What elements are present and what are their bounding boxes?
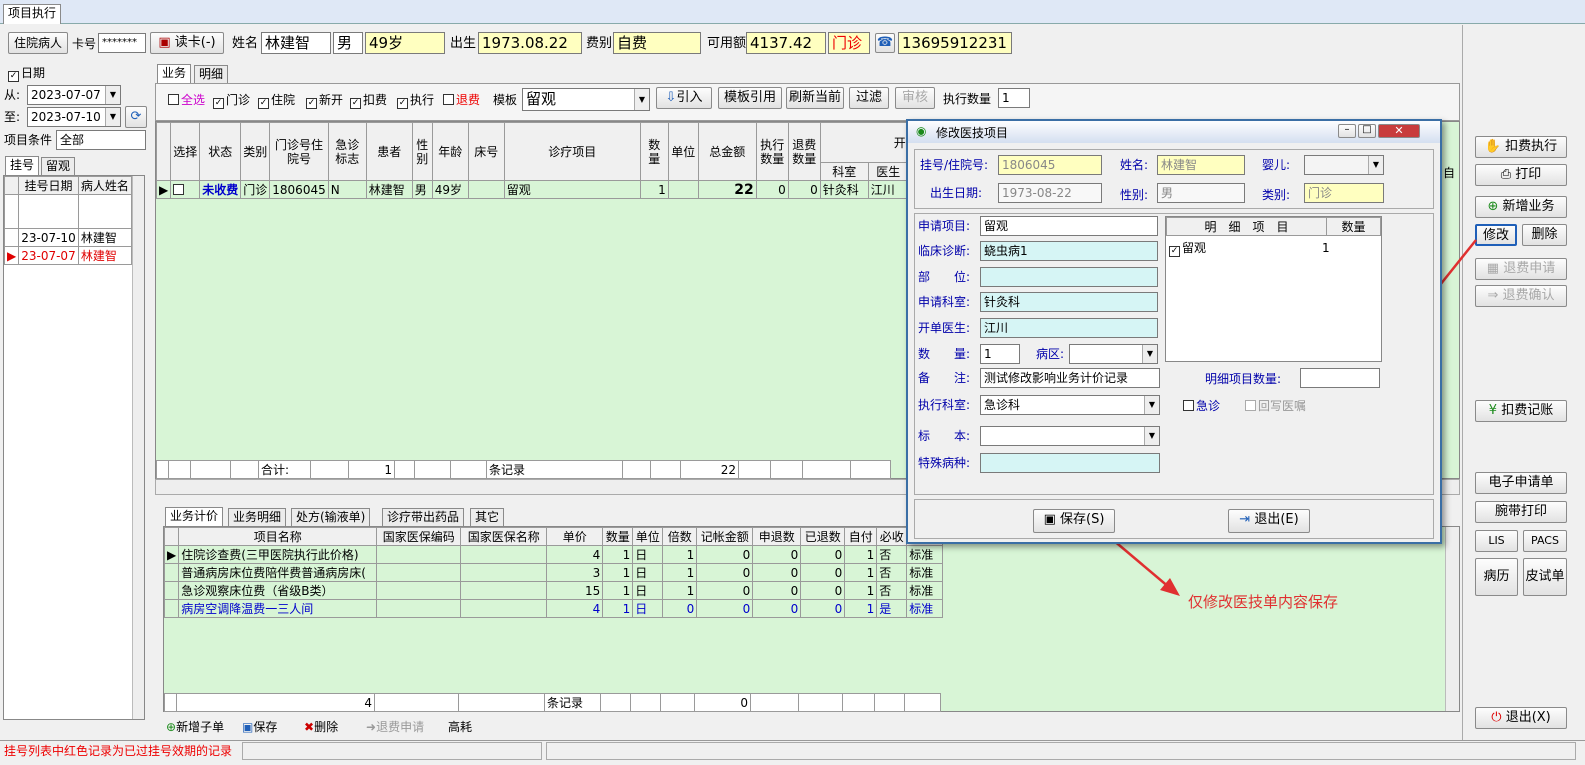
detail-item-checkbox[interactable]: ✓ 留观 <box>1169 239 1206 257</box>
chevron-down-icon: ▼ <box>1142 345 1157 363</box>
part-label: 部 位: <box>918 270 971 284</box>
close-icon[interactable]: ✕ <box>1378 124 1420 138</box>
exec-dept-select[interactable]: 急诊科 ▼ <box>980 395 1160 415</box>
rewrite-label: 回写医嘱 <box>1258 399 1307 413</box>
diagnosis-label: 临床诊断: <box>918 244 971 258</box>
detail-item-qty: 1 <box>1322 241 1330 255</box>
detail-qty-input[interactable] <box>1300 368 1380 388</box>
ward-select[interactable]: ▼ <box>1069 344 1158 364</box>
remark-input[interactable]: 测试修改影响业务计价记录 <box>980 368 1160 388</box>
chevron-down-icon: ▼ <box>1368 156 1383 174</box>
reg-no-field: 1806045 <box>998 155 1102 175</box>
ward-label: 病区: <box>1036 347 1065 361</box>
doctor-input[interactable]: 江川 <box>980 318 1158 338</box>
remark-label: 备 注: <box>918 371 971 385</box>
detail-qty-label: 明细项目数量: <box>1205 372 1282 386</box>
exec-dept-value: 急诊科 <box>984 398 1021 412</box>
diagnosis-input[interactable]: 蛲虫病1 <box>980 241 1158 261</box>
apply-item-label: 申请项目: <box>918 219 971 233</box>
special-disease-input[interactable] <box>980 453 1160 473</box>
qty-label: 数 量: <box>918 347 971 361</box>
urgent-checkbox[interactable]: 急诊 <box>1183 397 1220 415</box>
detail-item-name: 留观 <box>1182 241 1207 255</box>
urgent-label: 急诊 <box>1196 399 1221 413</box>
dialog-titlebar[interactable]: ◉ 修改医技项目 – □ ✕ <box>908 121 1440 143</box>
modify-dialog: ◉ 修改医技项目 – □ ✕ 挂号/住院号: 1806045 姓名: 林建智 婴… <box>906 119 1442 544</box>
col-detail-item: 明 细 项 目 <box>1166 217 1327 236</box>
maximize-icon[interactable]: □ <box>1358 124 1376 138</box>
reg-no-label: 挂号/住院号: <box>920 158 989 172</box>
dlg-dob-field: 1973-08-22 <box>998 183 1102 203</box>
status-message: 挂号列表中红色记录为已过挂号效期的记录 <box>4 744 233 758</box>
apply-dept-label: 申请科室: <box>918 295 971 309</box>
dlg-type-label: 类别: <box>1262 188 1291 202</box>
apply-item-input[interactable]: 留观 <box>980 216 1158 236</box>
dlg-gender-field: 男 <box>1157 183 1245 203</box>
col-detail-qty: 数量 <box>1326 217 1381 236</box>
save-icon: ▣ <box>1043 512 1056 527</box>
qty-input[interactable]: 1 <box>980 344 1020 364</box>
annotation-text: 仅修改医技单内容保存 <box>1188 593 1339 611</box>
detail-item-list: 明 细 项 目数量 ✓ 留观 1 <box>1165 216 1382 362</box>
rewrite-checkbox[interactable]: 回写医嘱 <box>1245 397 1306 415</box>
exit-icon: ⇥ <box>1239 512 1251 527</box>
dlg-type-field: 门诊 <box>1304 183 1384 203</box>
dlg-dob-label: 出生日期: <box>930 186 983 200</box>
part-input[interactable] <box>980 267 1158 287</box>
specimen-select[interactable]: ▼ <box>980 426 1160 446</box>
minimize-icon[interactable]: – <box>1338 124 1356 138</box>
dialog-save-button[interactable]: ▣ 保存(S) <box>1033 509 1115 533</box>
baby-select[interactable]: ▼ <box>1304 155 1384 175</box>
dlg-name-label: 姓名: <box>1120 158 1149 172</box>
specimen-label: 标 本: <box>918 429 971 443</box>
chevron-down-icon: ▼ <box>1144 396 1159 414</box>
exec-dept-label: 执行科室: <box>918 398 971 412</box>
dlg-gender-label: 性别: <box>1120 188 1149 202</box>
apply-dept-input[interactable]: 针灸科 <box>980 292 1158 312</box>
special-disease-label: 特殊病种: <box>918 456 971 470</box>
app-icon: ◉ <box>916 124 927 138</box>
dialog-exit-button[interactable]: ⇥ 退出(E) <box>1228 509 1310 533</box>
chevron-down-icon: ▼ <box>1144 427 1159 445</box>
doctor-label: 开单医生: <box>918 321 971 335</box>
dialog-title: 修改医技项目 <box>936 126 1009 140</box>
baby-label: 婴儿: <box>1262 158 1291 172</box>
dlg-name-field: 林建智 <box>1157 155 1245 175</box>
